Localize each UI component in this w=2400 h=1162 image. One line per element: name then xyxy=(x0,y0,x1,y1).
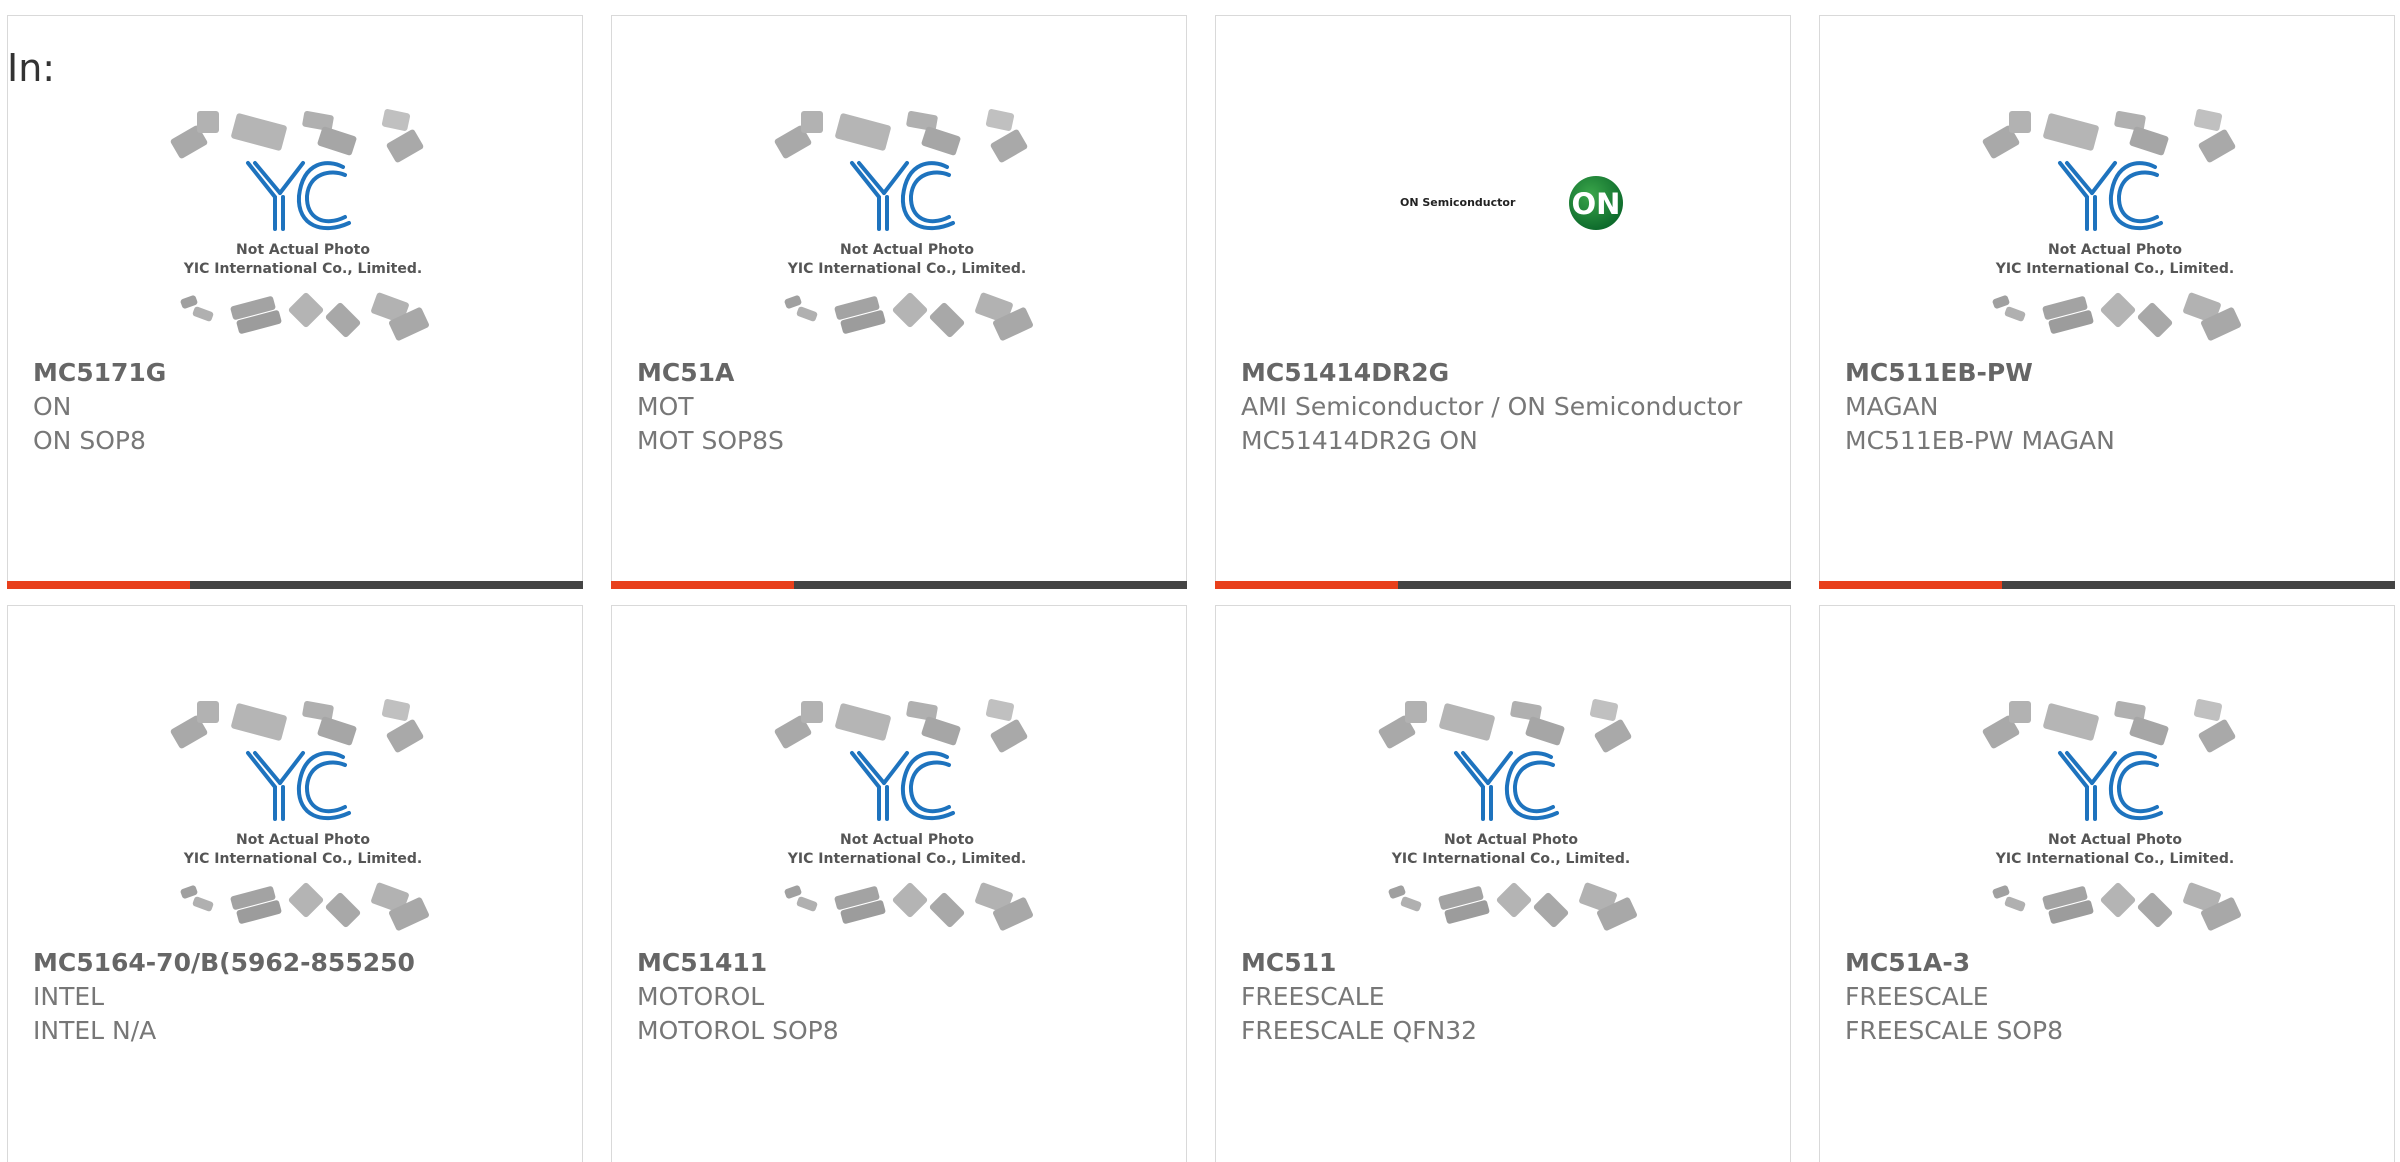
placeholder-line2: YIC International Co., Limited. xyxy=(183,261,422,277)
part-number[interactable]: MC511 xyxy=(1241,946,1761,980)
placeholder-line1: Not Actual Photo xyxy=(840,832,974,848)
manufacturer: INTEL xyxy=(33,982,105,1011)
card-accent-bar xyxy=(1215,581,1398,589)
card-accent-bar xyxy=(611,581,794,589)
card-bottom-bar xyxy=(1819,581,2395,589)
card-accent-bar xyxy=(1819,581,2002,589)
card-bottom-bar xyxy=(611,581,1187,589)
package-description: ON SOP8 xyxy=(33,426,146,455)
package-description: FREESCALE QFN32 xyxy=(1241,1016,1478,1045)
product-info: MC5171G ON ON SOP8 xyxy=(33,356,553,458)
product-grid-page: Not Actual Photo YIC International Co., L… xyxy=(0,0,2400,1162)
part-number[interactable]: MC511EB-PW xyxy=(1845,356,2365,390)
placeholder-image: Not Actual Photo YIC International Co., L… xyxy=(163,101,443,341)
manufacturer: MAGAN xyxy=(1845,392,1939,421)
product-card[interactable]: Not Actual Photo YIC International Co., L… xyxy=(611,605,1187,1162)
yic-logo-icon xyxy=(246,161,351,231)
placeholder-line2: YIC International Co., Limited. xyxy=(787,851,1026,867)
yic-logo-icon xyxy=(246,751,351,821)
placeholder-image: Not Actual Photo YIC International Co., L… xyxy=(1975,101,2255,341)
yic-logo-icon xyxy=(2058,161,2163,231)
placeholder-image: Not Actual Photo YIC International Co., L… xyxy=(767,101,1047,341)
placeholder-line1: Not Actual Photo xyxy=(2048,242,2182,258)
manufacturer: AMI Semiconductor / ON Semiconductor xyxy=(1241,392,1743,421)
yic-logo-icon xyxy=(1454,751,1559,821)
placeholder-line1: Not Actual Photo xyxy=(236,242,370,258)
package-description: FREESCALE SOP8 xyxy=(1845,1016,2063,1045)
placeholder-line2: YIC International Co., Limited. xyxy=(1995,261,2234,277)
placeholder-line2: YIC International Co., Limited. xyxy=(787,261,1026,277)
manufacturer: MOTOROL xyxy=(637,982,765,1011)
product-card[interactable]: Not Actual Photo YIC International Co., L… xyxy=(7,15,583,589)
product-info: MC51414DR2G AMI Semiconductor / ON Semic… xyxy=(1241,356,1761,458)
package-description: MC511EB-PW MAGAN xyxy=(1845,426,2115,455)
product-info: MC5164-70/B(5962-855250 INTEL INTEL N/A xyxy=(33,946,553,1048)
card-accent-bar xyxy=(7,581,190,589)
product-card[interactable]: Not Actual Photo YIC International Co., L… xyxy=(611,15,1187,589)
package-description: INTEL N/A xyxy=(33,1016,157,1045)
placeholder-line2: YIC International Co., Limited. xyxy=(1995,851,2234,867)
part-number[interactable]: MC51A-3 xyxy=(1845,946,2365,980)
placeholder-line2: YIC International Co., Limited. xyxy=(1391,851,1630,867)
placeholder-line1: Not Actual Photo xyxy=(2048,832,2182,848)
package-description: MOT SOP8S xyxy=(637,426,784,455)
placeholder-image: Not Actual Photo YIC International Co., L… xyxy=(163,691,443,931)
part-number[interactable]: MC5164-70/B(5962-855250 xyxy=(33,946,553,980)
product-card[interactable]: ON Semiconductor ON MC51414DR2G AMI Semi… xyxy=(1215,15,1791,589)
product-info: MC51A MOT MOT SOP8S xyxy=(637,356,1157,458)
placeholder-image: Not Actual Photo YIC International Co., L… xyxy=(1975,691,2255,931)
product-card[interactable]: Not Actual Photo YIC International Co., L… xyxy=(1819,15,2395,589)
product-info: MC511EB-PW MAGAN MC511EB-PW MAGAN xyxy=(1845,356,2365,458)
part-number[interactable]: MC51411 xyxy=(637,946,1157,980)
product-card[interactable]: Not Actual Photo YIC International Co., L… xyxy=(1215,605,1791,1162)
placeholder-line1: Not Actual Photo xyxy=(840,242,974,258)
yic-logo-icon xyxy=(850,751,955,821)
part-number[interactable]: MC51414DR2G xyxy=(1241,356,1761,390)
yic-logo-icon xyxy=(2058,751,2163,821)
package-description: MC51414DR2G ON xyxy=(1241,426,1478,455)
placeholder-image: Not Actual Photo YIC International Co., L… xyxy=(767,691,1047,931)
manufacturer: ON xyxy=(33,392,72,421)
package-description: MOTOROL SOP8 xyxy=(637,1016,839,1045)
manufacturer: FREESCALE xyxy=(1845,982,1989,1011)
card-bottom-bar xyxy=(1215,581,1791,589)
product-info: MC511 FREESCALE FREESCALE QFN32 xyxy=(1241,946,1761,1048)
on-semiconductor-wordmark: ON Semiconductor xyxy=(1400,196,1516,209)
product-info: MC51411 MOTOROL MOTOROL SOP8 xyxy=(637,946,1157,1048)
placeholder-line1: Not Actual Photo xyxy=(1444,832,1578,848)
manufacturer: FREESCALE xyxy=(1241,982,1385,1011)
placeholder-line1: Not Actual Photo xyxy=(236,832,370,848)
on-badge-text: ON xyxy=(1572,187,1621,221)
placeholder-line2: YIC International Co., Limited. xyxy=(183,851,422,867)
manufacturer-logo: ON Semiconductor ON xyxy=(1366,161,1666,241)
product-info: MC51A-3 FREESCALE FREESCALE SOP8 xyxy=(1845,946,2365,1048)
part-number[interactable]: MC5171G xyxy=(33,356,553,390)
manufacturer: MOT xyxy=(637,392,694,421)
placeholder-image: Not Actual Photo YIC International Co., L… xyxy=(1371,691,1651,931)
yic-logo-icon xyxy=(850,161,955,231)
product-card[interactable]: Not Actual Photo YIC International Co., L… xyxy=(7,605,583,1162)
part-number[interactable]: MC51A xyxy=(637,356,1157,390)
card-bottom-bar xyxy=(7,581,583,589)
filter-label: In: xyxy=(7,46,56,90)
product-card[interactable]: Not Actual Photo YIC International Co., L… xyxy=(1819,605,2395,1162)
